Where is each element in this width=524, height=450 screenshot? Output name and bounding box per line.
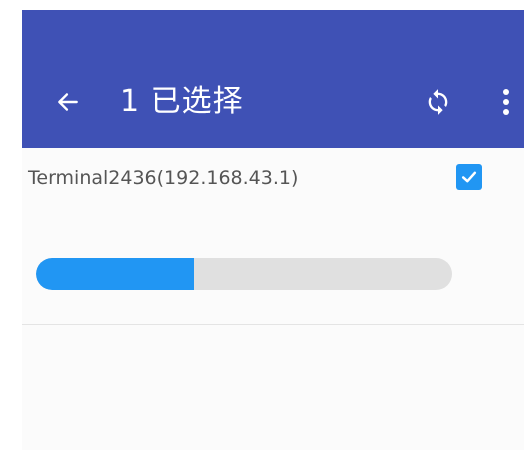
screen: 1 已选择 Terminal2436(192.168.43.1) bbox=[22, 10, 524, 450]
selection-count-title: 1 已选择 bbox=[120, 84, 244, 119]
device-list-item[interactable]: Terminal2436(192.168.43.1) bbox=[22, 148, 524, 324]
arrow-left-icon bbox=[58, 93, 78, 111]
sync-icon bbox=[428, 89, 448, 115]
more-vertical-icon bbox=[503, 89, 509, 115]
device-checkbox[interactable] bbox=[456, 164, 482, 190]
transfer-progress-fill bbox=[36, 258, 195, 290]
device-label: Terminal2436(192.168.43.1) bbox=[28, 167, 299, 189]
check-icon bbox=[461, 171, 477, 183]
overflow-menu-button[interactable] bbox=[496, 86, 516, 118]
list-divider bbox=[22, 324, 524, 325]
transfer-progress-bar bbox=[36, 258, 452, 290]
app-bar-row: 1 已选择 bbox=[22, 82, 524, 126]
back-button[interactable] bbox=[54, 88, 82, 116]
refresh-button[interactable] bbox=[422, 86, 454, 118]
app-bar: 1 已选择 bbox=[22, 10, 524, 148]
